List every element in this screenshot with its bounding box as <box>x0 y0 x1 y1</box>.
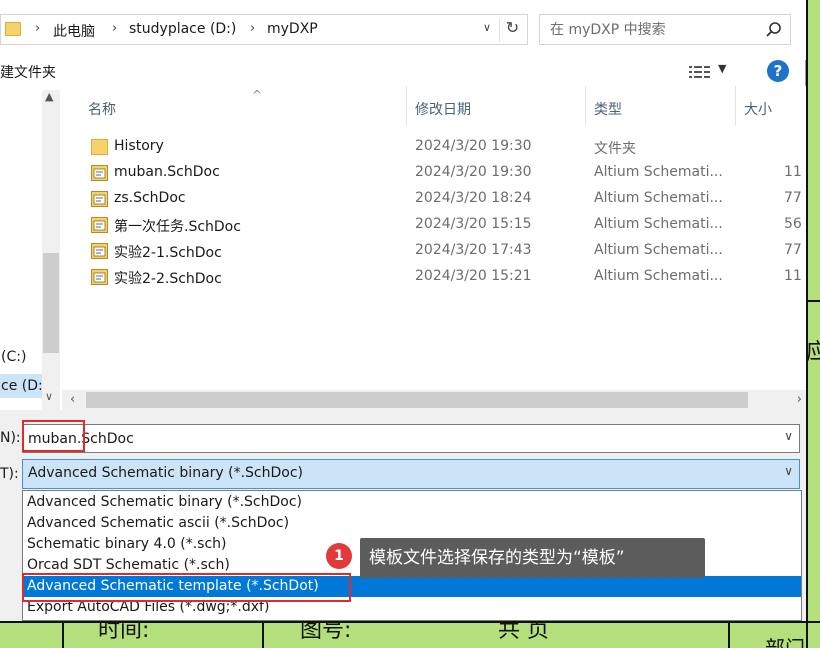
refresh-icon[interactable]: ↻ <box>499 18 525 42</box>
title-block-divider-2 <box>262 621 264 648</box>
file-type: Altium Schemati... <box>594 242 723 258</box>
file-size: 77 <box>784 242 802 258</box>
nav-item-drive-d[interactable]: ce (D:) <box>0 374 42 398</box>
file-date: 2024/3/20 17:43 <box>415 242 532 258</box>
column-header-type-label: 类型 <box>594 102 622 118</box>
folder-icon <box>91 139 108 155</box>
file-type: Altium Schemati... <box>594 216 723 232</box>
column-header-name[interactable]: 名称 ^ <box>80 86 407 126</box>
navigation-pane: (C:) ce (D:) ▲ ∨ <box>0 90 62 410</box>
file-name: 实验2-2.SchDoc <box>114 271 222 287</box>
scroll-left-icon[interactable]: ‹ <box>70 392 75 407</box>
save-form: N): ∨ T): Advanced Schematic binary (*.S… <box>0 410 806 621</box>
chevron-right-icon: › <box>35 21 41 36</box>
search-box <box>539 14 791 45</box>
column-header-type[interactable]: 类型 <box>586 86 736 126</box>
horizontal-scroll-thumb[interactable] <box>86 392 748 408</box>
file-date: 2024/3/20 15:21 <box>415 268 532 284</box>
file-row[interactable]: 实验2-2.SchDoc 2024/3/20 15:21 Altium Sche… <box>62 264 806 290</box>
file-row[interactable]: muban.SchDoc 2024/3/20 19:30 Altium Sche… <box>62 160 806 186</box>
filetype-label: T): <box>0 466 19 482</box>
file-date: 2024/3/20 15:15 <box>415 216 532 232</box>
filetype-option[interactable]: Advanced Schematic binary (*.SchDoc) <box>23 492 801 513</box>
file-type: Altium Schemati... <box>594 190 723 206</box>
breadcrumb-drive[interactable]: studyplace (D:) <box>129 21 236 37</box>
scroll-up-icon[interactable]: ▲ <box>45 90 53 103</box>
chevron-down-icon[interactable]: ∨ <box>784 464 793 478</box>
file-date: 2024/3/20 19:30 <box>415 164 532 180</box>
file-row[interactable]: History 2024/3/20 19:30 文件夹 <box>62 134 806 160</box>
file-size: 77 <box>784 190 802 206</box>
schematic-file-icon <box>91 217 108 233</box>
address-row: › 此电脑 › studyplace (D:) › myDXP ∨ ↻ <box>0 0 806 60</box>
file-name: History <box>114 138 164 154</box>
sheet-fragment-text: 应 <box>806 340 820 365</box>
chevron-right-icon: › <box>250 21 256 36</box>
filetype-option[interactable]: Advanced Schematic ascii (*.SchDoc) <box>23 513 801 534</box>
column-header-size[interactable]: 大小 <box>736 86 806 126</box>
file-date: 2024/3/20 18:24 <box>415 190 532 206</box>
sort-ascending-icon: ^ <box>252 88 263 102</box>
schematic-file-icon <box>91 269 108 285</box>
chevron-down-icon[interactable]: ∨ <box>477 21 497 39</box>
address-bar[interactable]: › 此电脑 › studyplace (D:) › myDXP ∨ ↻ <box>0 14 528 45</box>
file-name: zs.SchDoc <box>114 190 186 206</box>
scroll-right-icon[interactable]: › <box>797 392 802 407</box>
file-row[interactable]: 第一次任务.SchDoc 2024/3/20 15:15 Altium Sche… <box>62 212 806 238</box>
column-header-name-label: 名称 <box>88 102 116 118</box>
caret-down-icon[interactable]: ▼ <box>718 62 726 75</box>
filename-input[interactable] <box>28 429 728 449</box>
search-input[interactable] <box>550 20 750 40</box>
schematic-file-icon <box>91 165 108 181</box>
help-icon[interactable]: ? <box>767 60 789 82</box>
file-type: Altium Schemati... <box>594 268 723 284</box>
file-size: 56 <box>784 216 802 232</box>
column-header-size-label: 大小 <box>744 102 772 118</box>
nav-item-drive-c[interactable]: (C:) <box>0 345 42 369</box>
file-name: 实验2-1.SchDoc <box>114 245 222 261</box>
annotation-callout: 模板文件选择保存的类型为“模板” <box>360 538 705 578</box>
file-name: muban.SchDoc <box>114 164 220 180</box>
schematic-file-icon <box>91 243 108 259</box>
toolbar: 建文件夹 ▼ ? <box>0 58 806 86</box>
sheet-border-vertical <box>806 0 808 648</box>
file-size: 11 <box>784 164 802 180</box>
file-type: 文件夹 <box>594 141 636 157</box>
breadcrumb-folder[interactable]: myDXP <box>267 21 318 37</box>
file-date: 2024/3/20 19:30 <box>415 138 532 154</box>
new-folder-button[interactable]: 建文件夹 <box>0 62 56 82</box>
filename-label: N): <box>0 430 21 446</box>
step-number-badge: 1 <box>326 543 352 569</box>
breadcrumb-this-pc[interactable]: 此电脑 <box>53 21 95 41</box>
scroll-down-icon[interactable]: ∨ <box>45 390 53 403</box>
column-header-date-label: 修改日期 <box>415 102 471 118</box>
file-list: 名称 ^ 修改日期 类型 大小 History 2024/3/20 19:30 … <box>62 86 806 390</box>
filetype-select[interactable]: Advanced Schematic binary (*.SchDoc) ∨ <box>22 459 800 489</box>
title-block-divider-3 <box>728 621 730 648</box>
file-type: Altium Schemati... <box>594 164 723 180</box>
chevron-right-icon: › <box>112 21 118 36</box>
file-name: 第一次任务.SchDoc <box>114 219 241 235</box>
chevron-down-icon[interactable]: ∨ <box>784 429 793 443</box>
search-icon[interactable] <box>764 20 784 40</box>
schematic-file-icon <box>91 191 108 207</box>
sheet-border-horizontal <box>806 300 820 302</box>
filetype-option-selected[interactable]: Advanced Schematic template (*.SchDot) <box>23 576 801 597</box>
horizontal-scrollbar[interactable]: ‹ › <box>62 390 806 410</box>
filetype-selected-value: Advanced Schematic binary (*.SchDoc) <box>28 465 304 481</box>
column-header-date[interactable]: 修改日期 <box>407 86 586 126</box>
filetype-option[interactable]: Export AutoCAD Files (*.dwg;*.dxf) <box>23 597 801 618</box>
title-block-divider-1 <box>62 621 64 648</box>
view-options-icon[interactable] <box>688 64 712 80</box>
file-row[interactable]: 实验2-1.SchDoc 2024/3/20 17:43 Altium Sche… <box>62 238 806 264</box>
nav-scroll-thumb[interactable] <box>43 253 59 353</box>
file-row[interactable]: zs.SchDoc 2024/3/20 18:24 Altium Schemat… <box>62 186 806 212</box>
nav-scrollbar[interactable]: ▲ ∨ <box>42 90 60 410</box>
file-size: 11 <box>784 268 802 284</box>
folder-icon <box>5 22 21 36</box>
save-as-dialog: › 此电脑 › studyplace (D:) › myDXP ∨ ↻ 建文件夹… <box>0 0 806 621</box>
filename-field: ∨ <box>22 424 800 453</box>
sheet-label-dept: 部门 <box>765 636 805 648</box>
